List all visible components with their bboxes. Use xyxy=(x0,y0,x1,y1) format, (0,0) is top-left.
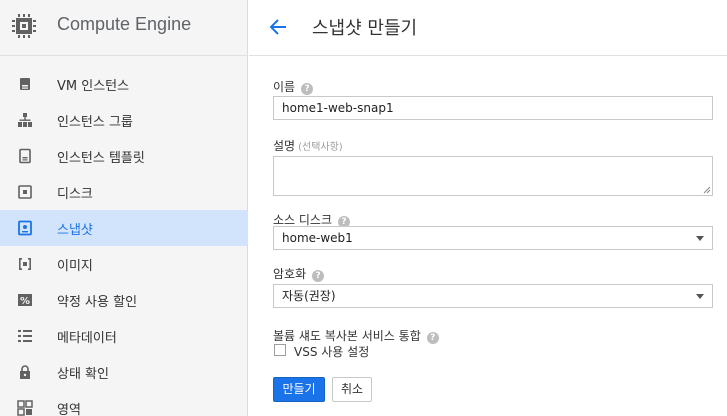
optional-hint: (선택사항) xyxy=(298,142,343,153)
sidebar-item-committed-use[interactable]: % 약정 사용 할인 xyxy=(0,282,248,318)
sidebar-item-zones[interactable]: 영역 xyxy=(0,390,248,416)
instance-template-icon xyxy=(19,148,31,164)
svg-text:%: % xyxy=(20,296,30,307)
lock-icon xyxy=(20,365,30,379)
instance-group-icon xyxy=(18,113,32,127)
sidebar-item-metadata[interactable]: 메타데이터 xyxy=(0,318,248,354)
sidebar-item-label: 상태 확인 xyxy=(57,367,109,382)
vss-label: 볼륨 섀도 복사본 서비스 통합? xyxy=(273,327,439,344)
encryption-label: 암호화? xyxy=(273,265,325,282)
sidebar-item-snapshots[interactable]: 스냅샷 xyxy=(0,210,248,246)
sidebar-item-health-checks[interactable]: 상태 확인 xyxy=(0,354,248,390)
vm-instance-icon xyxy=(20,78,30,90)
sidebar: Compute Engine VM 인스턴스 인스턴스 그룹 인스턴스 템플릿 … xyxy=(0,0,248,416)
sidebar-item-vm-instances[interactable]: VM 인스턴스 xyxy=(0,66,248,102)
sidebar-item-label: 영역 xyxy=(57,403,81,416)
page-title: 스냅샷 만들기 xyxy=(312,18,418,39)
description-label: 설명 (선택사항) xyxy=(273,137,343,154)
back-arrow-icon[interactable] xyxy=(267,16,289,38)
disk-icon xyxy=(18,185,32,199)
main-content: 스냅샷 만들기 이름? home1-web-snap1 설명 (선택사항) 소스 … xyxy=(249,0,727,416)
cancel-button[interactable]: 취소 xyxy=(332,377,372,402)
name-label: 이름? xyxy=(273,78,314,95)
vss-label-text: 볼륨 섀도 복사본 서비스 통합 xyxy=(273,329,421,343)
encryption-select[interactable]: 자동(권장) xyxy=(273,284,713,308)
app: Compute Engine VM 인스턴스 인스턴스 그룹 인스턴스 템플릿 … xyxy=(0,0,727,416)
metadata-icon xyxy=(18,330,32,342)
app-title: Compute Engine xyxy=(57,14,192,34)
name-label-text: 이름 xyxy=(273,80,296,94)
sidebar-item-label: 메타데이터 xyxy=(57,331,117,346)
encryption-value: 자동(권장) xyxy=(282,289,336,303)
name-input[interactable]: home1-web-snap1 xyxy=(273,96,713,120)
vss-checkbox[interactable] xyxy=(274,344,286,356)
sidebar-item-label: 이미지 xyxy=(57,259,93,274)
resize-grip-icon[interactable] xyxy=(703,186,711,194)
description-label-text: 설명 xyxy=(273,139,296,153)
create-button[interactable]: 만들기 xyxy=(273,377,325,402)
sidebar-item-instance-groups[interactable]: 인스턴스 그룹 xyxy=(0,102,248,138)
sidebar-item-label: VM 인스턴스 xyxy=(57,79,130,94)
chevron-down-icon xyxy=(696,236,704,241)
help-icon[interactable]: ? xyxy=(312,270,325,282)
sidebar-item-label: 스냅샷 xyxy=(57,223,93,238)
source-disk-label-text: 소스 디스크 xyxy=(273,213,333,227)
sidebar-item-label: 인스턴스 그룹 xyxy=(57,115,133,130)
source-disk-select[interactable]: home-web1 xyxy=(273,226,713,250)
sidebar-item-label: 인스턴스 템플릿 xyxy=(57,151,145,166)
sidebar-nav: VM 인스턴스 인스턴스 그룹 인스턴스 템플릿 디스크 스냅샷 이미지 % 약… xyxy=(0,66,248,416)
encryption-label-text: 암호화 xyxy=(273,267,307,281)
help-icon[interactable]: ? xyxy=(301,83,314,95)
sidebar-item-label: 디스크 xyxy=(57,187,93,202)
page-header: 스냅샷 만들기 xyxy=(249,0,727,56)
brand: Compute Engine xyxy=(0,0,248,56)
sidebar-item-label: 약정 사용 할인 xyxy=(57,295,138,310)
percent-icon: % xyxy=(18,294,32,307)
sidebar-item-images[interactable]: 이미지 xyxy=(0,246,248,282)
chevron-down-icon xyxy=(696,294,704,299)
compute-engine-icon xyxy=(12,14,36,38)
image-icon xyxy=(19,258,31,270)
help-icon[interactable]: ? xyxy=(426,332,439,344)
source-disk-value: home-web1 xyxy=(282,231,353,245)
sidebar-item-instance-templates[interactable]: 인스턴스 템플릿 xyxy=(0,138,248,174)
vss-checkbox-label[interactable]: VSS 사용 설정 xyxy=(294,343,369,360)
description-textarea[interactable] xyxy=(273,156,713,196)
sidebar-item-disks[interactable]: 디스크 xyxy=(0,174,248,210)
snapshot-icon xyxy=(18,220,32,236)
zones-icon xyxy=(17,400,33,416)
